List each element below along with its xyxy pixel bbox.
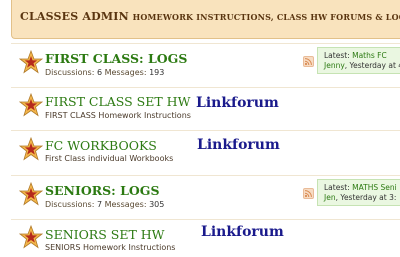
linkforum-label: Linkforum [197,137,280,153]
latest-post-box: Latest: Maths FC Jenny, Yesterday at 4 [317,47,400,74]
star-icon [19,225,43,249]
messages-count: 305 [149,200,165,209]
star-icon [19,182,43,206]
discussions-count: 7 [96,200,103,209]
forum-row-fc-workbooks: FC WORKBOOKS First Class individual Work… [11,130,400,172]
forum-title-link[interactable]: SENIORS: LOGS [45,183,159,198]
discussions-label: Discussions: [45,200,95,209]
rss-icon[interactable] [303,188,314,199]
latest-time: , Yesterday at 3: [335,193,397,202]
forum-title-link[interactable]: FIRST CLASS SET HW [45,94,190,109]
forum-row-first-class-set-hw: FIRST CLASS SET HW FIRST CLASS Homework … [11,87,400,128]
latest-label: Latest: [324,183,350,192]
forum-stats: Discussions: 7 Messages: 305 [45,200,164,209]
forum-row-seniors-logs: SENIORS: LOGS Discussions: 7 Messages: 3… [11,175,400,215]
forum-description: First Class individual Workbooks [45,154,174,163]
star-icon [19,50,43,74]
category-title[interactable]: CLASSES ADMIN Homework instructions, cla… [20,10,400,23]
forum-stats: Discussions: 6 Messages: 193 [45,68,164,77]
star-icon [19,93,43,117]
latest-post-box: Latest: MATHS Seni Jen, Yesterday at 3: [317,179,400,206]
star-icon [19,137,43,161]
rss-icon[interactable] [303,56,314,67]
discussions-label: Discussions: [45,68,95,77]
forum-row-first-class-logs: FIRST CLASS: LOGS Discussions: 6 Message… [11,43,400,83]
messages-label: Messages: [104,200,147,209]
category-title-main[interactable]: CLASSES ADMIN [20,10,129,23]
category-description: Homework instructions, class HW forums &… [132,12,400,22]
forum-title-link[interactable]: FIRST CLASS: LOGS [45,51,187,66]
forum-description: SENIORS Homework Instructions [45,243,176,252]
forum-title-link[interactable]: FC WORKBOOKS [45,138,157,153]
latest-time: , Yesterday at 4 [344,61,400,70]
forum-description: FIRST CLASS Homework Instructions [45,111,191,120]
latest-topic-link[interactable]: Maths FC [352,51,387,60]
latest-user-link[interactable]: Jen [324,193,336,202]
messages-label: Messages: [104,68,147,77]
latest-user-link[interactable]: Jenny [324,61,345,70]
discussions-count: 6 [96,68,103,77]
linkforum-label: Linkforum [201,224,284,240]
linkforum-label: Linkforum [196,95,279,111]
latest-label: Latest: [324,51,350,60]
forum-title-link[interactable]: SENIORS SET HW [45,227,165,242]
messages-count: 193 [149,68,165,77]
category-header: CLASSES ADMIN Homework instructions, cla… [11,0,400,39]
forum-row-seniors-set-hw: SENIORS SET HW SENIORS Homework Instruct… [11,219,400,257]
latest-topic-link[interactable]: MATHS Seni [352,183,397,192]
